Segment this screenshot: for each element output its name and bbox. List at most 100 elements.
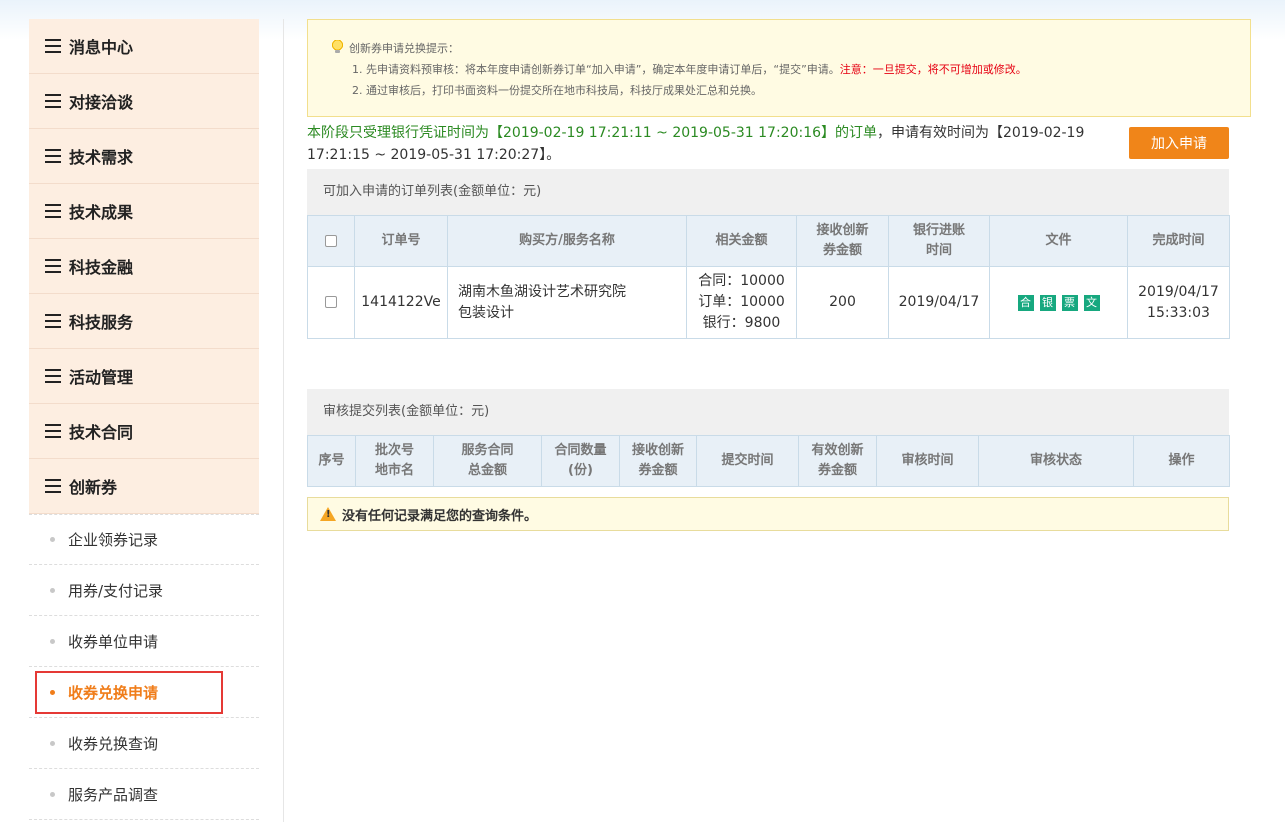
period-text: 本阶段只受理银行凭证时间为【2019-02-19 17:21:11 ~ 2019… — [307, 122, 1127, 166]
col-index: 序号 — [307, 435, 356, 487]
col-contract-total: 服务合同总金额 — [433, 435, 542, 487]
bullet-icon — [50, 587, 55, 593]
col-review-time: 审核时间 — [876, 435, 979, 487]
menu-icon — [45, 94, 61, 108]
menu-icon — [45, 424, 61, 438]
review-table: 序号 批次号地市名 服务合同总金额 合同数量(份) 接收创新券金额 提交时间 有… — [307, 435, 1230, 487]
finish-time: 15:33:03 — [1147, 304, 1210, 321]
menu-chengguo[interactable]: 技术成果 — [29, 184, 259, 239]
amount-cell: 合同：10000 订单：10000 银行：9800 — [686, 266, 797, 339]
col-finish-time: 完成时间 — [1127, 215, 1230, 267]
sub-item-label: 收券兑换查询 — [68, 734, 159, 753]
col-voucher: 接收创新券金额 — [796, 215, 889, 267]
sub-item-label: 服务产品调查 — [68, 785, 159, 804]
notice-line-1-text: 1. 先申请资料预审核：将本年度申请创新券订单“加入申请”，确定本年度申请订单后… — [352, 63, 840, 76]
menu-hetong[interactable]: 技术合同 — [29, 404, 259, 459]
menu-label: 技术合同 — [69, 423, 134, 442]
bullet-icon — [50, 740, 55, 746]
buyer-cell: 湖南木鱼湖设计艺术研究院 包装设计 — [447, 266, 687, 339]
menu-label: 科技服务 — [69, 313, 134, 332]
col-order-no: 订单号 — [354, 215, 448, 267]
invoice-file-icon[interactable]: 票 — [1061, 295, 1078, 311]
bullet-icon — [50, 638, 55, 644]
col-files: 文件 — [989, 215, 1128, 267]
col-bank-date-label: 银行进账时间 — [912, 223, 965, 258]
menu-jinrong[interactable]: 科技金融 — [29, 239, 259, 294]
sub-item-duihuan-shenqing[interactable]: 收券兑换申请 — [29, 667, 259, 718]
col-batch: 批次号地市名 — [355, 435, 434, 487]
sub-item-diaocha[interactable]: 服务产品调查 — [29, 769, 259, 820]
table-row: 1414122Ve 湖南木鱼湖设计艺术研究院 包装设计 合同：10000 订单：10… — [307, 266, 1230, 339]
col-contract-total-label: 服务合同总金额 — [461, 443, 514, 478]
sub-item-duihuan-chaxun[interactable]: 收券兑换查询 — [29, 718, 259, 769]
menu-label: 对接洽谈 — [69, 93, 134, 112]
menu-icon — [45, 479, 61, 493]
service-name: 包装设计 — [458, 304, 514, 321]
empty-text: 没有任何记录满足您的查询条件。 — [342, 508, 538, 524]
col-review-status: 审核状态 — [978, 435, 1134, 487]
submenu-chuangxinquan: 企业领券记录 用券/支付记录 收券单位申请 收券兑换申请 收券兑换查询 服务产品… — [29, 514, 259, 820]
col-valid-voucher-label: 有效创新券金额 — [811, 443, 864, 478]
menu-label: 技术需求 — [69, 148, 134, 167]
sub-item-label: 收券单位申请 — [68, 632, 159, 651]
menu-icon — [45, 369, 61, 383]
col-contract-count: 合同数量(份) — [541, 435, 620, 487]
amount-bank: 银行：9800 — [702, 315, 781, 331]
notice-box: 创新券申请兑换提示： 1. 先申请资料预审核：将本年度申请创新券订单“加入申请”… — [307, 19, 1251, 117]
amount-contract: 合同：10000 — [698, 273, 785, 289]
menu-icon — [45, 204, 61, 218]
sub-item-label: 企业领券记录 — [68, 531, 159, 549]
col-action: 操作 — [1133, 435, 1230, 487]
col-bank-date: 银行进账时间 — [888, 215, 990, 267]
bank-date: 2019/04/17 — [888, 266, 990, 339]
menu-icon — [45, 149, 61, 163]
bullet-icon — [50, 791, 55, 797]
menu-label: 技术成果 — [69, 203, 134, 222]
col-batch-label: 批次号地市名 — [374, 443, 414, 478]
menu-icon — [45, 259, 61, 273]
notice-line-1: 1. 先申请资料预审核：将本年度申请创新券订单“加入申请”，确定本年度申请订单后… — [332, 59, 1250, 80]
voucher-amount: 200 — [796, 266, 889, 339]
sub-item-shouquan-danwei[interactable]: 收券单位申请 — [29, 616, 259, 667]
orders-table: 订单号 购买方/服务名称 相关金额 接收创新券金额 银行进账时间 文件 完成时间… — [307, 215, 1230, 339]
menu-icon — [45, 314, 61, 328]
notice-line-2: 2. 通过审核后，打印书面资料一份提交所在地市科技局，科技厅成果处汇总和兑换。 — [352, 84, 762, 97]
row-checkbox[interactable] — [325, 296, 337, 308]
col-received-voucher: 接收创新券金额 — [619, 435, 697, 487]
menu-label: 创新券 — [69, 478, 118, 497]
amount-order: 订单：10000 — [698, 294, 785, 310]
bullet-icon — [50, 537, 55, 542]
sub-item-lingquan[interactable]: 企业领券记录 — [29, 514, 259, 565]
order-no: 1414122Ve — [354, 266, 448, 339]
contract-file-icon[interactable]: 合 — [1017, 295, 1034, 311]
select-all-checkbox[interactable] — [325, 234, 337, 247]
menu-chuangxinquan[interactable]: 创新券 — [29, 459, 259, 514]
document-file-icon[interactable]: 文 — [1083, 295, 1100, 311]
menu-icon — [45, 39, 61, 53]
menu-label: 活动管理 — [69, 368, 134, 387]
menu-xuqiu[interactable]: 技术需求 — [29, 129, 259, 184]
menu-label: 消息中心 — [69, 38, 134, 57]
menu-huodong[interactable]: 活动管理 — [29, 349, 259, 404]
divider — [283, 19, 284, 822]
menu-duijie[interactable]: 对接洽谈 — [29, 74, 259, 129]
col-received-voucher-label: 接收创新券金额 — [631, 443, 684, 478]
orders-header-row: 订单号 购买方/服务名称 相关金额 接收创新券金额 银行进账时间 文件 完成时间 — [307, 215, 1230, 267]
warning-icon — [320, 507, 336, 521]
notice-title: 创新券申请兑换提示： — [349, 42, 459, 55]
menu-xiaoxi[interactable]: 消息中心 — [29, 19, 259, 74]
empty-message: 没有任何记录满足您的查询条件。 — [307, 497, 1229, 531]
add-application-button[interactable]: 加入申请 — [1129, 127, 1229, 159]
files-cell: 合银票文 — [989, 266, 1128, 339]
menu-fuwu[interactable]: 科技服务 — [29, 294, 259, 349]
bank-file-icon[interactable]: 银 — [1039, 295, 1056, 311]
orders-panel-title: 可加入申请的订单列表(金额单位：元) — [307, 169, 1229, 215]
finish-date: 2019/04/17 — [1138, 283, 1219, 300]
review-header-row: 序号 批次号地市名 服务合同总金额 合同数量(份) 接收创新券金额 提交时间 有… — [307, 435, 1230, 487]
row-select-cell — [307, 266, 355, 339]
sub-item-yongquan[interactable]: 用券/支付记录 — [29, 565, 259, 616]
period-prefix: 本阶段只受理银行凭证时间为【2019-02-19 17:21:11 ~ 2019… — [307, 125, 878, 141]
col-submit-time: 提交时间 — [696, 435, 799, 487]
review-panel-title: 审核提交列表(金额单位：元) — [307, 389, 1229, 435]
lightbulb-icon — [332, 40, 343, 54]
